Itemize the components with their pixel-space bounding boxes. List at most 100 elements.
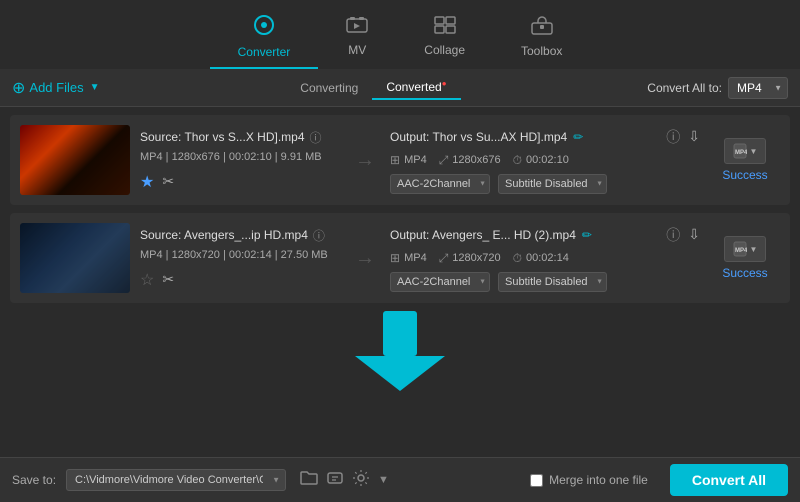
subtitle-select-wrapper-2: Subtitle Disabled Subtitle Enabled xyxy=(498,272,607,292)
svg-text:MP4: MP4 xyxy=(735,248,747,254)
merge-checkbox[interactable] xyxy=(530,474,543,487)
merge-label: Merge into one file xyxy=(549,473,648,487)
star-icon-2[interactable]: ☆ xyxy=(140,270,154,290)
output-label-2: Output: Avengers_ E... HD (2).mp4 xyxy=(390,228,576,242)
circle-info-1[interactable]: ⓘ xyxy=(666,127,680,147)
nav-toolbox-label: Toolbox xyxy=(521,44,562,58)
nav-toolbox[interactable]: Toolbox xyxy=(493,9,590,68)
top-navigation: Converter MV Collage xyxy=(0,0,800,69)
arrow-1: → xyxy=(350,149,380,172)
bottom-icons: ▼ xyxy=(300,469,389,492)
audio-select-2[interactable]: AAC-2Channel AAC-6Channel MP3 xyxy=(390,272,490,292)
clock-icon-1: ⏱ xyxy=(513,153,522,168)
add-files-button[interactable]: ⊕ Add Files ▼ xyxy=(12,78,100,98)
source-label-1: Source: Thor vs S...X HD].mp4 xyxy=(140,130,305,144)
subtitle-select-1[interactable]: Subtitle Disabled Subtitle Enabled xyxy=(498,174,607,194)
action-icons-1: ⓘ ⇩ xyxy=(666,127,700,147)
nav-mv-label: MV xyxy=(348,43,366,57)
output-dropdowns-1: AAC-2Channel AAC-6Channel MP3 Subtitle D… xyxy=(390,174,700,194)
file-info-1: Source: Thor vs S...X HD].mp4 ⓘ MP4 | 12… xyxy=(140,129,340,192)
tab-converted[interactable]: Converted● xyxy=(372,75,460,100)
star-icon-1[interactable]: ★ xyxy=(140,172,154,192)
file-item-1: Source: Thor vs S...X HD].mp4 ⓘ MP4 | 12… xyxy=(10,115,790,205)
nav-converter[interactable]: Converter xyxy=(210,8,319,69)
file-actions-1: ★ ✂ xyxy=(140,172,340,192)
circle-info-2[interactable]: ⓘ xyxy=(666,225,680,245)
source-info-icon-1[interactable]: ⓘ xyxy=(310,129,322,146)
nav-converter-label: Converter xyxy=(238,45,291,59)
audio-select-1[interactable]: AAC-2Channel AAC-6Channel MP3 xyxy=(390,174,490,194)
bottom-bar: Save to: C:\Vidmore\Vidmore Video Conver… xyxy=(0,457,800,502)
output-format-info-2: ⊞ MP4 ⤢ 1280x720 ⏱ 00:02:14 xyxy=(390,251,700,266)
output-dur-1: 00:02:10 xyxy=(526,154,569,166)
success-text-1: Success xyxy=(722,168,767,182)
convert-arrow[interactable] xyxy=(355,311,445,396)
source-info-icon-2[interactable]: ⓘ xyxy=(313,227,325,244)
res-badge-1: ⤢ 1280x676 xyxy=(439,153,501,168)
file-item-2: Source: Avengers_...ip HD.mp4 ⓘ MP4 | 12… xyxy=(10,213,790,303)
source-label-2: Source: Avengers_...ip HD.mp4 xyxy=(140,228,308,242)
mp4-dropdown-arrow-2: ▼ xyxy=(750,245,758,254)
audio-select-wrapper-2: AAC-2Channel AAC-6Channel MP3 xyxy=(390,272,490,292)
edit-icon-1[interactable]: ✏ xyxy=(573,130,583,144)
clock-icon-2: ⏱ xyxy=(513,251,522,266)
format-select[interactable]: MP4 MKV AVI MOV xyxy=(728,77,788,99)
convert-all-label: Convert All xyxy=(692,472,766,488)
save-path-select[interactable]: C:\Vidmore\Vidmore Video Converter\Conve… xyxy=(66,469,286,491)
folder-icon[interactable] xyxy=(300,470,318,491)
output-title-2: Output: Avengers_ E... HD (2).mp4 ✏ ⓘ ⇩ xyxy=(390,225,700,245)
output-format-1: MP4 xyxy=(404,154,427,166)
grid-icon-2: ⊞ xyxy=(390,251,400,265)
merge-checkbox-area: Merge into one file xyxy=(530,473,648,487)
output-dropdowns-2: AAC-2Channel AAC-6Channel MP3 Subtitle D… xyxy=(390,272,700,292)
file-source-1: Source: Thor vs S...X HD].mp4 ⓘ xyxy=(140,129,340,146)
subtitle-select-2[interactable]: Subtitle Disabled Subtitle Enabled xyxy=(498,272,607,292)
format-select-wrapper: MP4 MKV AVI MOV xyxy=(728,77,788,99)
collage-icon xyxy=(434,16,456,40)
dur-badge-2: ⏱ 00:02:14 xyxy=(513,251,569,266)
grid-icon-1: ⊞ xyxy=(390,153,400,167)
add-files-dropdown-arrow: ▼ xyxy=(90,82,100,93)
thumbnail-2 xyxy=(20,223,130,293)
format-badge-2: ⊞ MP4 xyxy=(390,251,427,265)
action-icons-2: ⓘ ⇩ xyxy=(666,225,700,245)
expand-icon-2: ⤢ xyxy=(439,251,449,266)
cut-icon-2[interactable]: ✂ xyxy=(162,271,174,288)
mv-icon xyxy=(346,16,368,40)
convert-all-button[interactable]: Convert All xyxy=(670,464,788,496)
convert-arrow-area xyxy=(10,311,790,396)
nav-mv[interactable]: MV xyxy=(318,10,396,67)
output-res-2: 1280x720 xyxy=(452,252,500,264)
save-path-wrapper: C:\Vidmore\Vidmore Video Converter\Conve… xyxy=(66,469,286,491)
cut-icon-1[interactable]: ✂ xyxy=(162,173,174,190)
expand-icon-1: ⤢ xyxy=(439,153,449,168)
convert-all-to: Convert All to: MP4 MKV AVI MOV xyxy=(647,77,788,99)
file-meta-1: MP4 | 1280x676 | 00:02:10 | 9.91 MB xyxy=(140,151,340,163)
download-icon-1[interactable]: ⇩ xyxy=(688,128,700,145)
converted-dot: ● xyxy=(442,79,447,88)
nav-collage-label: Collage xyxy=(424,43,465,57)
output-format-info-1: ⊞ MP4 ⤢ 1280x676 ⏱ 00:02:10 xyxy=(390,153,700,168)
nav-collage[interactable]: Collage xyxy=(396,10,493,67)
tab-converting[interactable]: Converting xyxy=(286,75,372,100)
mp4-dropdown-arrow-1: ▼ xyxy=(750,147,758,156)
settings-icon[interactable] xyxy=(352,469,370,492)
settings-dropdown-arrow[interactable]: ▼ xyxy=(378,474,389,486)
success-badge-2: MP4 ▼ Success xyxy=(710,236,780,280)
output-title-1: Output: Thor vs Su...AX HD].mp4 ✏ ⓘ ⇩ xyxy=(390,127,700,147)
main-content: Source: Thor vs S...X HD].mp4 ⓘ MP4 | 12… xyxy=(0,107,800,457)
file-actions-2: ☆ ✂ xyxy=(140,270,340,290)
toolbox-icon xyxy=(531,15,553,41)
success-text-2: Success xyxy=(722,266,767,280)
converter-icon xyxy=(253,14,275,42)
file-source-2: Source: Avengers_...ip HD.mp4 ⓘ xyxy=(140,227,340,244)
output-dur-2: 00:02:14 xyxy=(526,252,569,264)
svg-text:MP4: MP4 xyxy=(735,150,747,156)
plus-icon: ⊕ xyxy=(12,78,25,98)
download-icon-2[interactable]: ⇩ xyxy=(688,226,700,243)
audio-select-wrapper-1: AAC-2Channel AAC-6Channel MP3 xyxy=(390,174,490,194)
file-info-2: Source: Avengers_...ip HD.mp4 ⓘ MP4 | 12… xyxy=(140,227,340,290)
mp4-icon-2: MP4 ▼ xyxy=(724,236,767,262)
compress-icon[interactable] xyxy=(326,469,344,492)
edit-icon-2[interactable]: ✏ xyxy=(582,228,592,242)
